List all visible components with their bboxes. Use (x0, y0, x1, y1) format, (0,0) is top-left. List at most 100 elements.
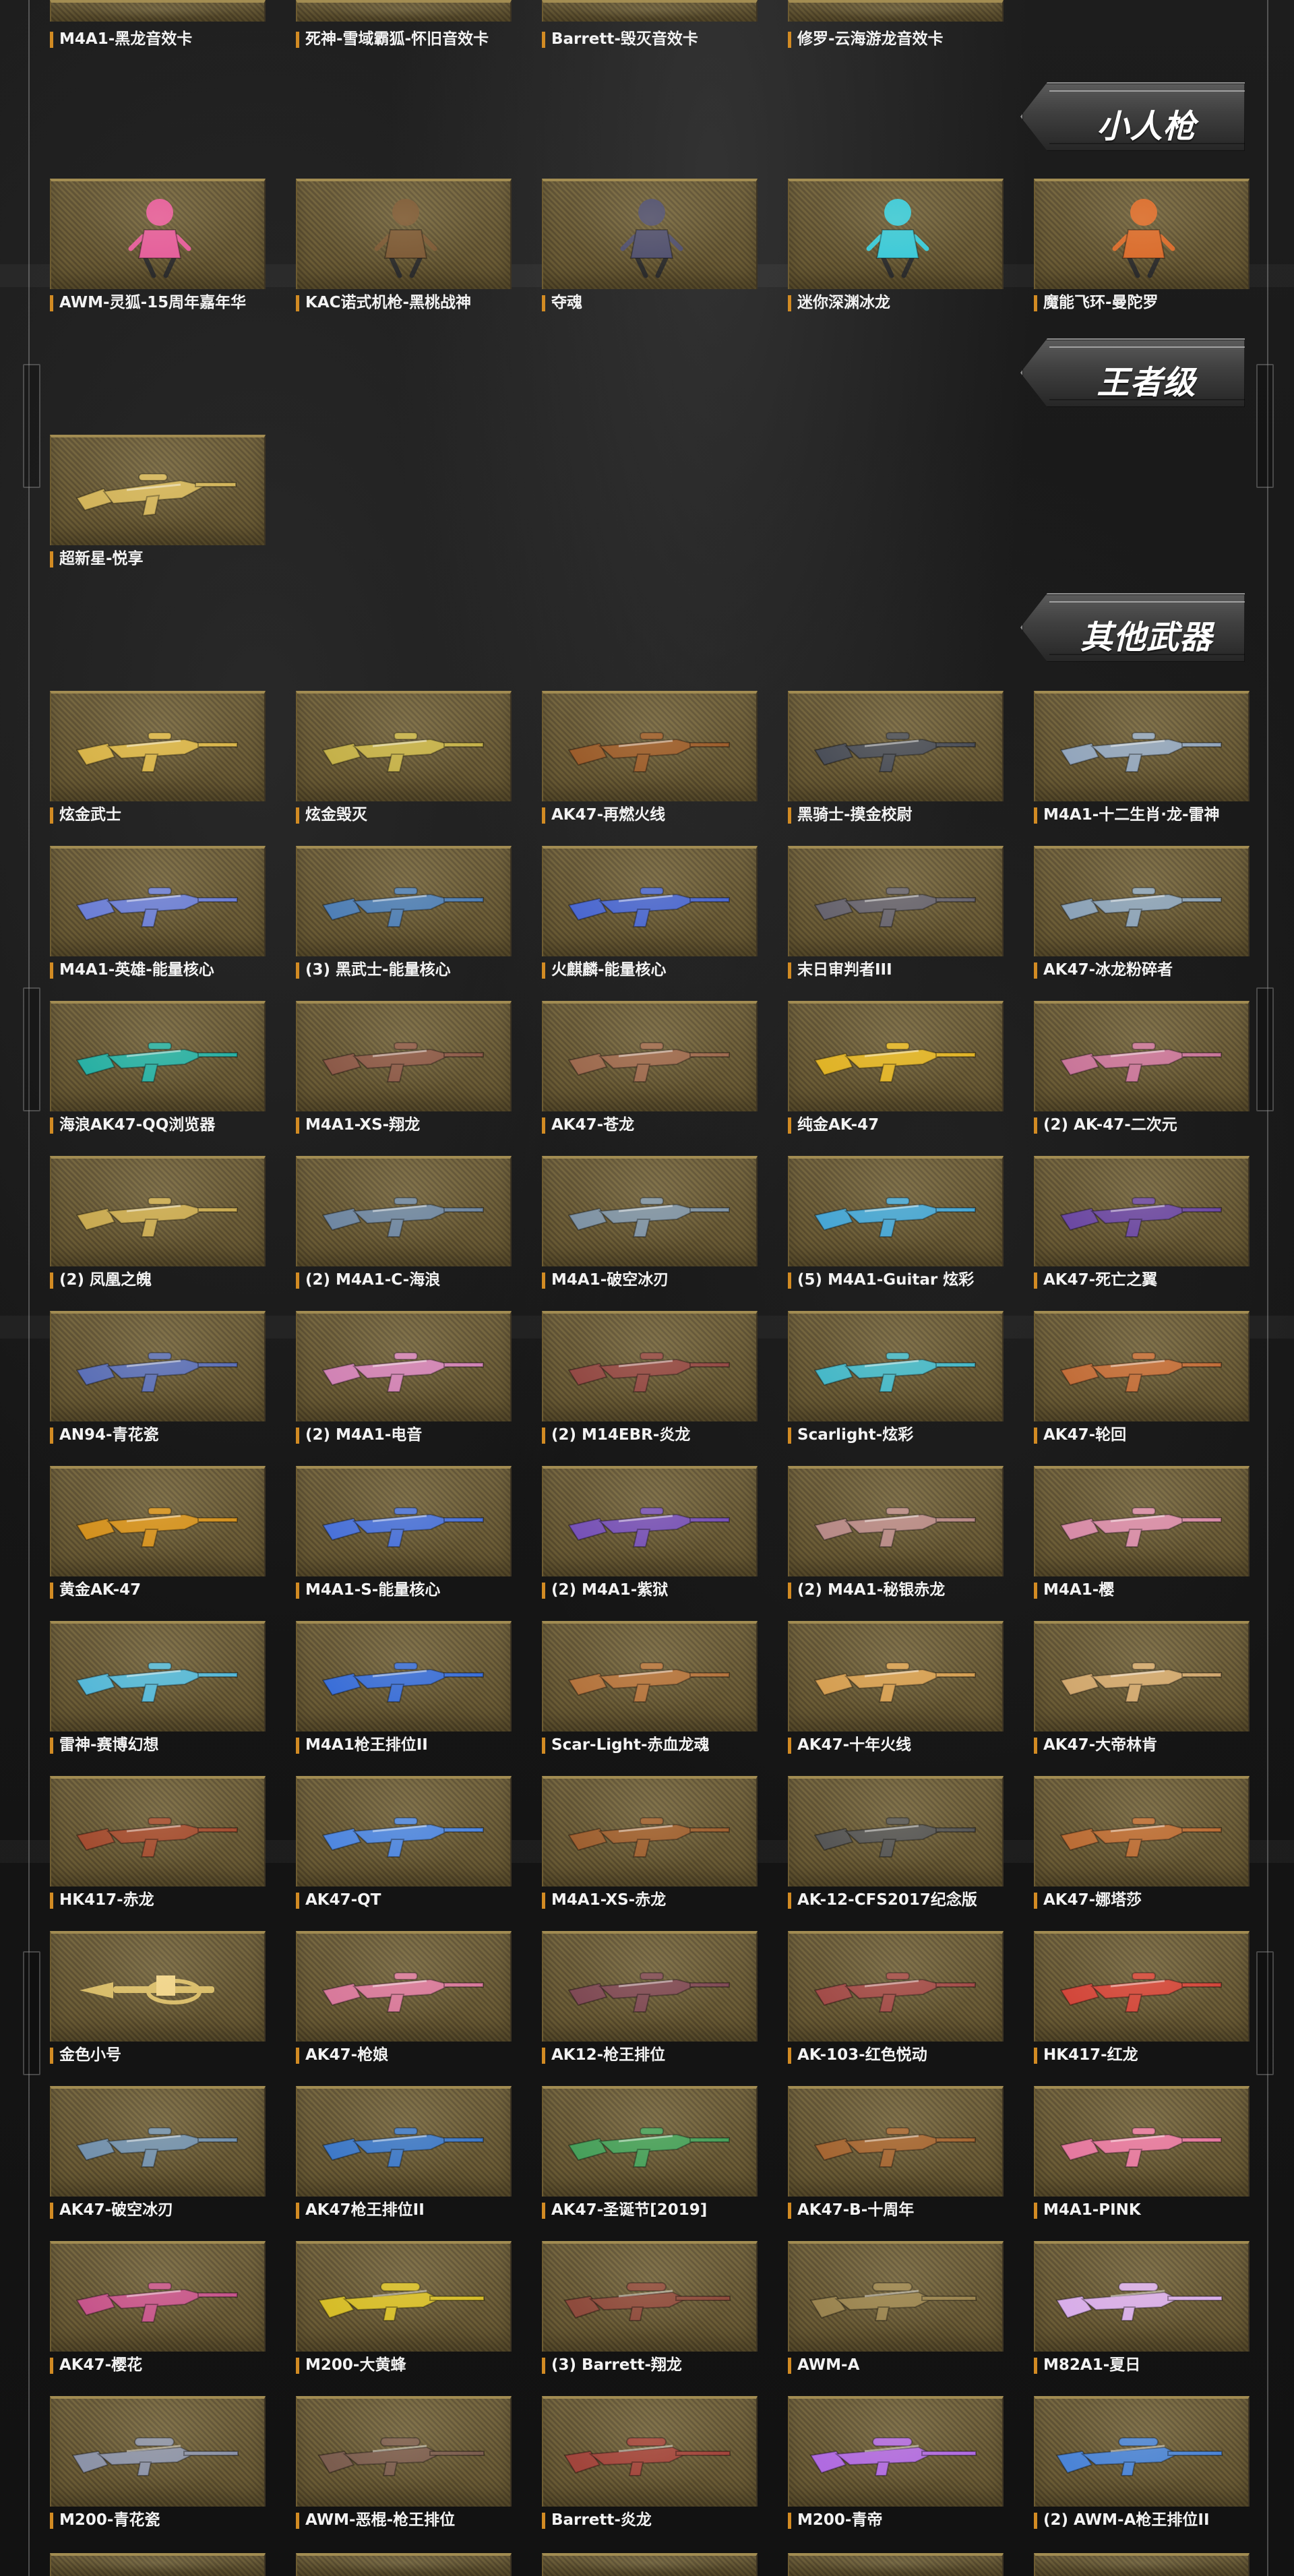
weapon-card[interactable]: (2) M4A1-秘银赤龙 (788, 1466, 1004, 1607)
weapon-card[interactable]: 炫金毁灭 (296, 691, 512, 832)
weapon-card[interactable]: M4A1-樱 (1034, 1466, 1250, 1607)
label-accent-bar (50, 807, 53, 824)
weapon-card[interactable]: M4A1-英雄-能量核心 (50, 846, 266, 987)
weapon-card[interactable]: AK47-冰龙粉碎者 (1034, 846, 1250, 987)
rifle-icon (1059, 2127, 1222, 2168)
label-accent-bar (50, 962, 53, 979)
weapon-card[interactable]: AN94-青花瓷 (50, 1311, 266, 1452)
weapon-thumbnail (296, 1776, 512, 1887)
weapon-card[interactable]: Barrett-炎龙 (542, 2396, 758, 2538)
weapon-card[interactable]: (2) 凤凰之魄 (50, 1156, 266, 1297)
weapon-card[interactable]: Scar-Light-赤血龙魂 (542, 1621, 758, 1762)
label-accent-bar (542, 1583, 545, 1599)
weapon-card[interactable]: 炫金武士 (50, 691, 266, 832)
weapon-card[interactable]: AWM-A (788, 2241, 1004, 2383)
label-accent-bar (296, 807, 299, 824)
weapon-card[interactable]: M4A1枪王排位II (296, 1621, 512, 1762)
top-sound-card[interactable]: Barrett-毁灭音效卡 (542, 0, 758, 50)
weapon-card[interactable]: 夺魂 (542, 179, 758, 320)
weapon-card[interactable]: AK47-苍龙 (542, 1001, 758, 1142)
weapon-card[interactable]: 迷你深渊冰龙 (788, 179, 1004, 320)
weapon-card[interactable]: (3) 黑武士-能量核心 (296, 846, 512, 987)
weapon-card[interactable]: 金色小号 (50, 1931, 266, 2073)
weapon-card[interactable]: AK47-再燃火线 (542, 691, 758, 832)
weapon-card[interactable]: AK47-轮回 (1034, 1311, 1250, 1452)
partial-weapon-card[interactable] (542, 2553, 758, 2576)
weapon-card[interactable]: AK47-樱花 (50, 2241, 266, 2383)
weapon-card[interactable]: M4A1-破空冰刃 (542, 1156, 758, 1297)
weapon-card[interactable]: M200-青花瓷 (50, 2396, 266, 2538)
partial-weapon-card[interactable] (296, 2553, 512, 2576)
weapon-card[interactable]: 超新星-悦享 (50, 435, 266, 576)
top-sound-card[interactable]: M4A1-黑龙音效卡 (50, 0, 266, 50)
top-card-thumbnail (50, 0, 266, 22)
weapon-card[interactable]: (2) M14EBR-炎龙 (542, 1311, 758, 1452)
weapon-card[interactable]: 纯金AK-47 (788, 1001, 1004, 1142)
weapon-card[interactable]: M4A1-十二生肖·龙-雷神 (1034, 691, 1250, 832)
weapon-card[interactable]: AK47-娜塔莎 (1034, 1776, 1250, 1918)
label-accent-bar (788, 32, 791, 48)
weapon-card[interactable]: AK47-枪娘 (296, 1931, 512, 2073)
label-accent-bar (50, 1738, 53, 1754)
weapon-name: Scar-Light-赤血龙魂 (551, 1736, 710, 1754)
weapon-card[interactable]: M4A1-XS-赤龙 (542, 1776, 758, 1918)
weapon-card[interactable]: AK47-十年火线 (788, 1621, 1004, 1762)
weapon-card[interactable]: 海浪AK47-QQ浏览器 (50, 1001, 266, 1142)
label-accent-bar (542, 1893, 545, 1909)
weapon-thumbnail (1034, 1311, 1250, 1421)
weapon-card[interactable]: AWM-灵狐-15周年嘉年华 (50, 179, 266, 320)
rifle-icon (813, 887, 976, 927)
weapon-card[interactable]: 黑骑士-摸金校尉 (788, 691, 1004, 832)
weapon-card[interactable]: 末日审判者III (788, 846, 1004, 987)
weapon-name: (2) M4A1-秘银赤龙 (797, 1581, 946, 1599)
weapon-card[interactable]: 魔能飞环-曼陀罗 (1034, 179, 1250, 320)
weapon-card[interactable]: AK-12-CFS2017纪念版 (788, 1776, 1004, 1918)
weapon-card[interactable]: AK47-大帝林肯 (1034, 1621, 1250, 1762)
weapon-card[interactable]: AK47-死亡之翼 (1034, 1156, 1250, 1297)
weapon-card[interactable]: AK47枪王排位II (296, 2086, 512, 2228)
top-card-name: 死神-雪域霸狐-怀旧音效卡 (305, 30, 489, 48)
weapon-card[interactable]: (2) AWM-A枪王排位II (1034, 2396, 1250, 2538)
weapon-card[interactable]: 黄金AK-47 (50, 1466, 266, 1607)
weapon-card[interactable]: M4A1-PINK (1034, 2086, 1250, 2228)
label-accent-bar (542, 2513, 545, 2529)
top-sound-card[interactable]: 死神-雪域霸狐-怀旧音效卡 (296, 0, 512, 50)
weapon-card[interactable]: M4A1-XS-翔龙 (296, 1001, 512, 1142)
weapon-card[interactable]: AK-103-红色悦动 (788, 1931, 1004, 2073)
weapon-card[interactable]: HK417-红龙 (1034, 1931, 1250, 2073)
weapon-card[interactable]: M200-大黄蜂 (296, 2241, 512, 2383)
weapon-card[interactable]: AK47-圣诞节[2019] (542, 2086, 758, 2228)
weapon-card[interactable]: (2) AK-47-二次元 (1034, 1001, 1250, 1142)
weapon-card[interactable]: 雷神-赛博幻想 (50, 1621, 266, 1762)
top-sound-card[interactable]: 修罗-云海游龙音效卡 (788, 0, 1004, 50)
weapon-name: M4A1-PINK (1043, 2201, 1141, 2219)
weapon-card[interactable]: HK417-赤龙 (50, 1776, 266, 1918)
weapon-card[interactable]: M82A1-夏日 (1034, 2241, 1250, 2383)
partial-weapon-card[interactable] (788, 2553, 1004, 2576)
weapon-card[interactable]: M200-青帝 (788, 2396, 1004, 2538)
weapon-card[interactable]: 火麒麟-能量核心 (542, 846, 758, 987)
weapon-card[interactable]: AK47-B-十周年 (788, 2086, 1004, 2228)
weapon-card[interactable]: M4A1-S-能量核心 (296, 1466, 512, 1607)
soldier-character-icon (374, 199, 437, 278)
weapon-thumbnail (788, 1466, 1004, 1576)
weapon-card[interactable]: (5) M4A1-Guitar 炫彩 (788, 1156, 1004, 1297)
weapon-card[interactable]: (3) Barrett-翔龙 (542, 2241, 758, 2383)
section-title-other: 其他武器 (1080, 619, 1212, 656)
weapon-name: (2) M14EBR-炎龙 (551, 1426, 691, 1444)
weapon-card[interactable]: AWM-恶棍-枪王排位 (296, 2396, 512, 2538)
weapon-card[interactable]: AK12-枪王排位 (542, 1931, 758, 2073)
weapon-card[interactable]: (2) M4A1-紫狱 (542, 1466, 758, 1607)
weapon-card[interactable]: AK47-破空冰刃 (50, 2086, 266, 2228)
weapon-name: (2) M4A1-电音 (305, 1426, 423, 1444)
weapon-thumbnail (296, 2241, 512, 2352)
weapon-card[interactable]: AK47-QT (296, 1776, 512, 1918)
weapon-card[interactable]: (2) M4A1-电音 (296, 1311, 512, 1452)
partial-weapon-card[interactable] (1034, 2553, 1250, 2576)
weapon-card[interactable]: KAC诺式机枪-黑桃战神 (296, 179, 512, 320)
weapon-card[interactable]: Scarlight-炫彩 (788, 1311, 1004, 1452)
weapon-card[interactable]: (2) M4A1-C-海浪 (296, 1156, 512, 1297)
label-accent-bar (296, 1272, 299, 1289)
partial-weapon-card[interactable] (50, 2553, 266, 2576)
weapon-name: KAC诺式机枪-黑桃战神 (305, 294, 472, 311)
